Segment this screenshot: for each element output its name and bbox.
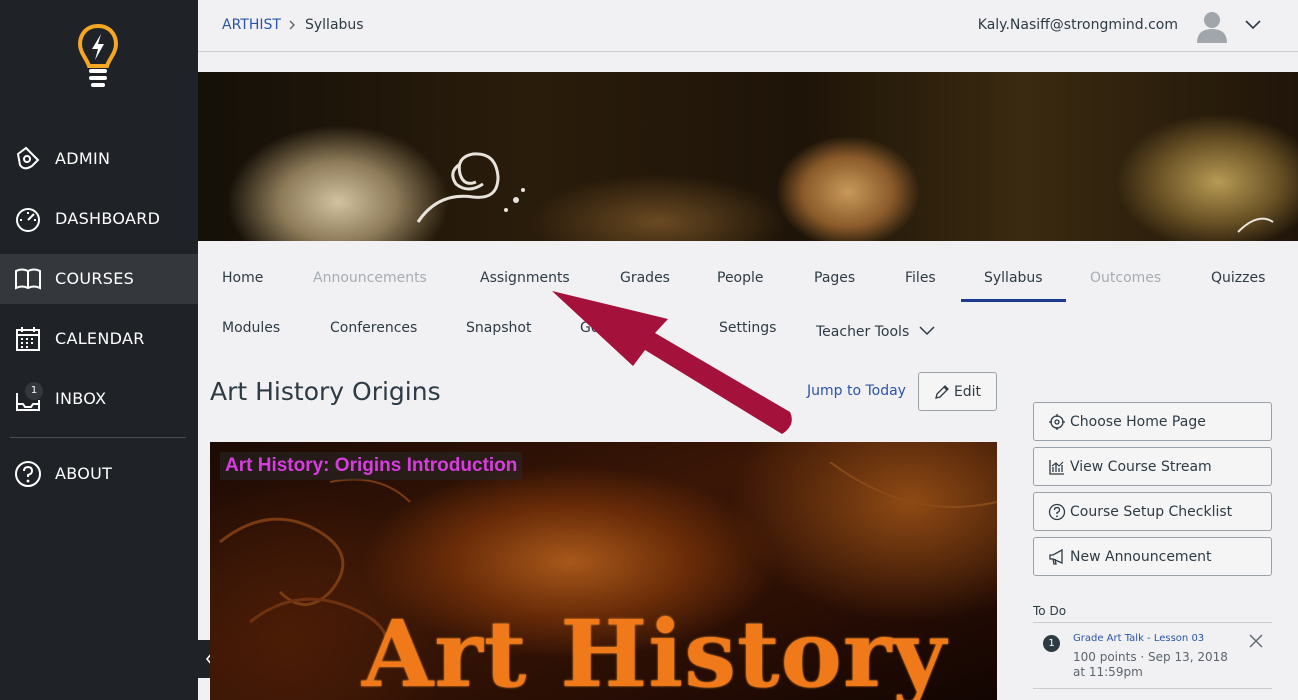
nav-admin[interactable]: ADMIN [0, 134, 198, 184]
nav-courses[interactable]: COURSES [0, 254, 198, 304]
nav-dashboard[interactable]: DASHBOARD [0, 194, 198, 244]
banner-ornament [416, 152, 1274, 233]
course-nav-grades[interactable]: Grades [620, 270, 670, 286]
todo-item-meta: 100 points · Sep 13, 2018 at 11:59pm [1073, 650, 1228, 679]
pencil-icon [935, 384, 949, 399]
calendar-icon [16, 327, 40, 351]
nav-admin-label: ADMIN [55, 149, 111, 168]
breadcrumb-chevron-icon [289, 20, 295, 30]
video-title-text: Art History [362, 600, 947, 700]
question-circle-icon [1048, 503, 1066, 520]
todo-divider [1033, 622, 1272, 623]
nav-calendar-label: CALENDAR [55, 329, 145, 348]
view-course-stream-button[interactable]: View Course Stream [1033, 447, 1272, 486]
course-setup-checklist-label: Course Setup Checklist [1070, 503, 1233, 520]
megaphone-icon [1049, 548, 1063, 565]
inbox-unread-badge: 1 [25, 382, 43, 400]
jump-to-today-link[interactable]: Jump to Today [807, 383, 906, 399]
edit-button[interactable]: Edit [918, 372, 997, 411]
close-icon[interactable] [1249, 634, 1263, 648]
nav-courses-label: COURSES [55, 269, 135, 288]
target-icon [1049, 413, 1065, 430]
course-nav-files[interactable]: Files [905, 270, 936, 286]
course-nav-assignments[interactable]: Assignments [480, 270, 570, 286]
todo-item-link[interactable]: Grade Art Talk - Lesson 03 [1073, 633, 1204, 644]
course-nav-home[interactable]: Home [222, 270, 263, 286]
course-nav-snapshot[interactable]: Snapshot [466, 320, 531, 336]
course-nav-conferences[interactable]: Conferences [330, 320, 417, 336]
admin-shield-icon [16, 146, 40, 170]
course-nav-announcements[interactable]: Announcements [313, 270, 427, 286]
todo-divider-bottom [1033, 688, 1272, 689]
chevron-down-icon [919, 326, 935, 336]
course-nav-settings[interactable]: Settings [719, 320, 776, 336]
course-intro-video[interactable]: Art History: Origins Introduction Art Hi… [210, 442, 997, 700]
chevron-down-icon[interactable] [1244, 17, 1262, 31]
nav-about[interactable]: ABOUT [0, 449, 198, 499]
course-setup-checklist-button[interactable]: Course Setup Checklist [1033, 492, 1272, 531]
nav-about-label: ABOUT [55, 464, 113, 483]
new-announcement-label: New Announcement [1070, 548, 1212, 565]
choose-home-page-button[interactable]: Choose Home Page [1033, 402, 1272, 441]
stream-chart-icon [1049, 459, 1064, 475]
user-email[interactable]: Kaly.Nasiff@strongmind.com [978, 17, 1178, 33]
video-caption: Art History: Origins Introduction [220, 452, 523, 480]
dashboard-gauge-icon [16, 208, 40, 232]
course-nav-modules[interactable]: Modules [222, 320, 280, 336]
top-header: ARTHIST Syllabus Kaly.Nasiff@strongmind.… [198, 0, 1298, 52]
course-nav-syllabus[interactable]: Syllabus [984, 270, 1043, 286]
course-nav-quizzes[interactable]: Quizzes [1211, 270, 1265, 286]
nav-calendar[interactable]: CALENDAR [0, 314, 198, 364]
todo-item-badge: 1 [1043, 635, 1060, 652]
course-nav-outcomes[interactable]: Outcomes [1090, 270, 1161, 286]
breadcrumb-course-link[interactable]: ARTHIST [222, 17, 281, 33]
nav-dashboard-label: DASHBOARD [55, 209, 161, 228]
global-nav: ADMIN DASHBOARD COURSES CALENDAR INBOX 1… [0, 0, 198, 700]
course-nav-teacher-tools[interactable]: Teacher Tools [816, 324, 936, 340]
courses-book-icon [15, 268, 41, 290]
lightbulb-logo-icon[interactable] [74, 22, 122, 90]
course-banner-image [198, 72, 1298, 241]
active-tab-indicator [961, 299, 1066, 302]
todo-heading: To Do [1033, 604, 1067, 618]
page-title: Art History Origins [210, 377, 441, 406]
nav-divider [10, 437, 186, 438]
help-circle-icon [15, 461, 41, 487]
breadcrumb-current: Syllabus [305, 17, 364, 33]
course-nav-pages[interactable]: Pages [814, 270, 855, 286]
nav-inbox-label: INBOX [55, 389, 107, 408]
view-course-stream-label: View Course Stream [1070, 458, 1212, 475]
course-nav-go-live[interactable]: Go...ive [580, 320, 633, 336]
edit-button-label: Edit [953, 383, 982, 400]
teacher-tools-label: Teacher Tools [816, 324, 910, 340]
new-announcement-button[interactable]: New Announcement [1033, 537, 1272, 576]
course-nav-people[interactable]: People [717, 270, 764, 286]
avatar-icon[interactable] [1196, 8, 1228, 44]
choose-home-page-label: Choose Home Page [1070, 413, 1206, 430]
